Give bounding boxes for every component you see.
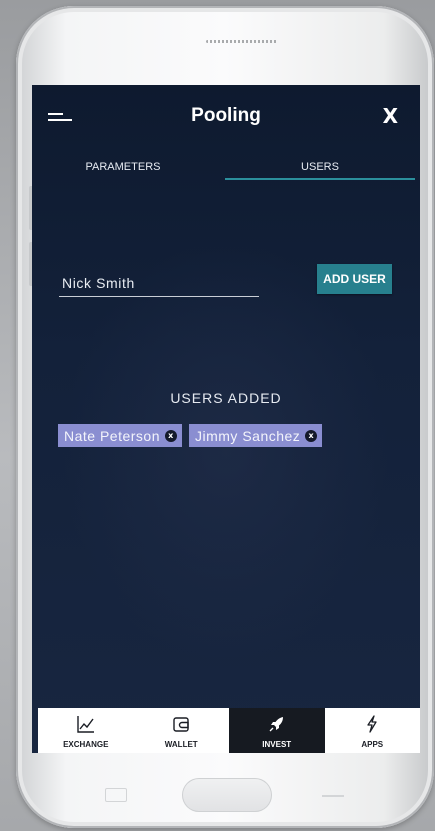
nav-item-apps[interactable]: APPS [325,708,421,753]
users-added-heading: USERS ADDED [170,390,282,406]
app-screen: Pooling X PARAMETERS USERS Nick Smith AD… [32,85,420,753]
user-name-input[interactable]: Nick Smith [59,273,259,297]
users-added-list: Nate Peterson x Jimmy Sanchez x [58,424,323,447]
nav-item-exchange[interactable]: EXCHANGE [38,708,134,753]
recent-apps-key [105,788,127,802]
nav-label: APPS [361,740,384,749]
close-icon[interactable]: X [383,104,398,128]
remove-user-icon[interactable]: x [165,429,177,442]
nav-label: EXCHANGE [63,740,109,749]
page-title: Pooling [191,105,261,126]
user-chip-name: Nate Peterson [64,427,160,444]
nav-item-invest[interactable]: INVEST [229,708,325,753]
tab-users[interactable]: USERS [225,161,415,173]
nav-item-wallet[interactable]: WALLET [134,708,230,753]
bottom-navigation: EXCHANGE WALLET INVEST APPS [38,708,420,753]
active-tab-indicator [225,178,415,180]
nav-label: WALLET [164,740,198,749]
earpiece-speaker [206,40,278,43]
home-button [182,778,272,812]
lightning-icon [367,715,377,733]
user-chip: Nate Peterson x [58,424,182,447]
back-key [322,795,344,797]
tab-parameters[interactable]: PARAMETERS [62,161,184,173]
wallet-icon [173,717,189,732]
remove-user-icon[interactable]: x [305,429,318,442]
rocket-icon [269,717,283,732]
user-chip-name: Jimmy Sanchez [195,427,301,444]
nav-label: INVEST [262,740,292,749]
add-user-button[interactable]: ADD USER [317,264,392,294]
chart-icon [77,716,94,733]
user-chip: Jimmy Sanchez x [189,424,323,447]
